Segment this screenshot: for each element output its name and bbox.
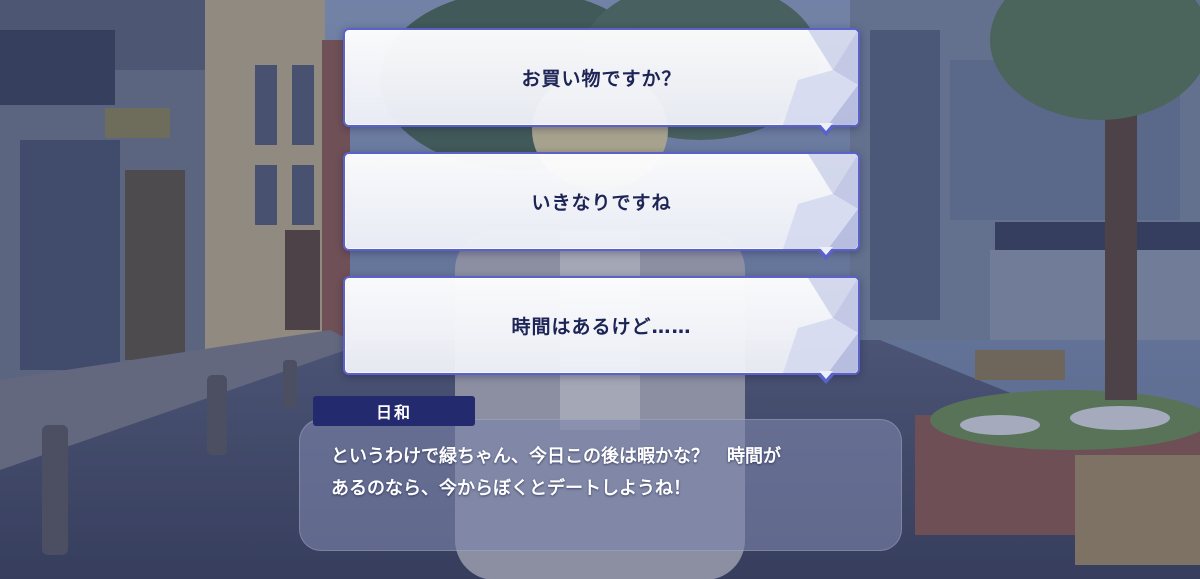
choice-label-1: お買い物ですか？	[521, 68, 682, 90]
choice-crystal-decoration	[738, 154, 858, 249]
choice-label-3: 時間はあるけど……	[511, 316, 692, 338]
choice-button-1[interactable]: お買い物ですか？	[343, 28, 860, 136]
dialog-text: というわけで緑ちゃん、今日この後は暇かな？ 時間が あるのなら、今からぼくとデー…	[331, 441, 891, 505]
dialog-line-2: あるのなら、今からぼくとデートしようね！	[331, 478, 691, 499]
choice-button-2[interactable]: いきなりですね	[343, 152, 860, 260]
choice-tail	[816, 123, 836, 136]
choice-crystal-decoration	[738, 278, 858, 373]
choice-tail	[816, 371, 836, 384]
speaker-name-plate: 日和	[313, 396, 475, 426]
choice-tail	[816, 247, 836, 260]
choice-crystal-decoration	[738, 30, 858, 125]
dialog-line-1: というわけで緑ちゃん、今日この後は暇かな？ 時間が	[331, 446, 781, 467]
dialog-box[interactable]: というわけで緑ちゃん、今日この後は暇かな？ 時間が あるのなら、今からぼくとデー…	[299, 419, 902, 551]
speaker-name: 日和	[375, 403, 412, 422]
choice-button-3[interactable]: 時間はあるけど……	[343, 276, 860, 384]
choice-label-2: いきなりですね	[531, 192, 672, 214]
